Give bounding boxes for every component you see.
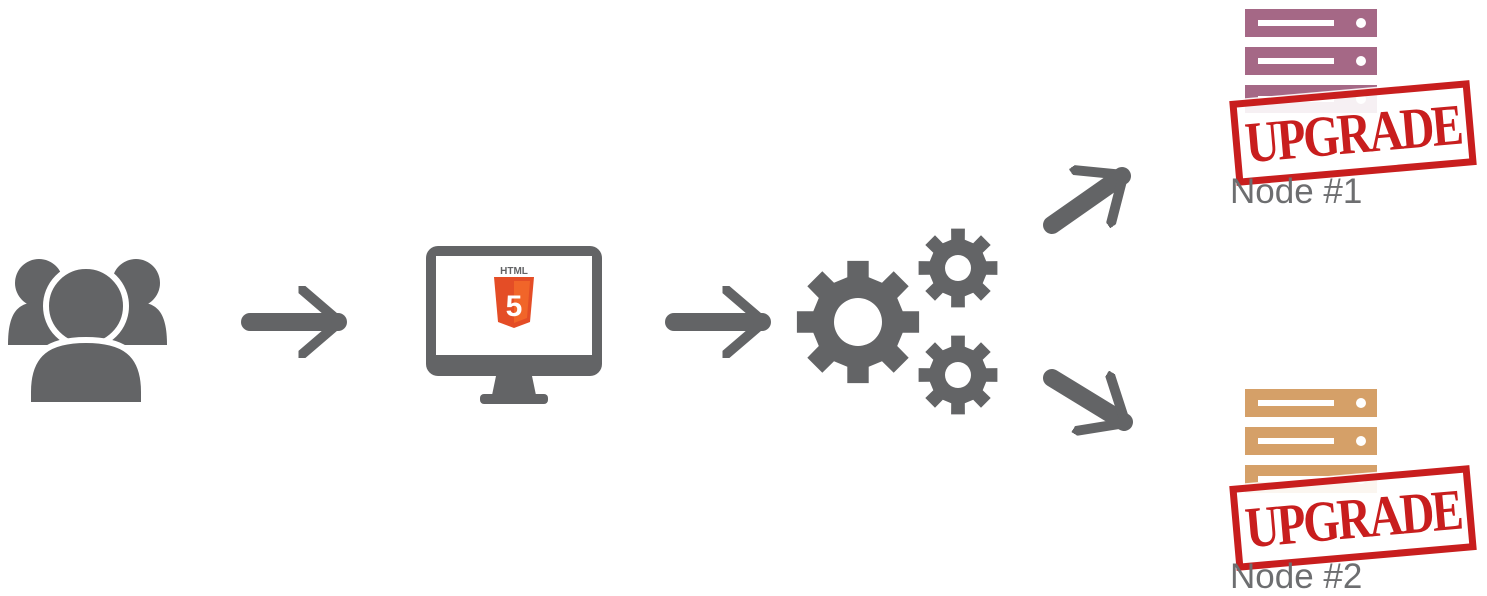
server-led <box>1356 18 1366 28</box>
server-slot <box>1258 58 1334 64</box>
server-slot <box>1258 400 1334 406</box>
gear-hole <box>834 298 882 346</box>
svg-text:5: 5 <box>506 290 523 323</box>
arrow-icon <box>1043 369 1133 422</box>
server-led <box>1356 398 1366 408</box>
node-label-1: Node #1 <box>1230 172 1363 211</box>
server-led <box>1356 436 1366 446</box>
server-slot <box>1258 20 1334 26</box>
architecture-diagram: 5 HTML UPGRADE UPGRADE <box>8 9 1479 573</box>
svg-text:HTML: HTML <box>500 266 528 277</box>
server-led <box>1356 56 1366 66</box>
gear-hole <box>945 362 971 388</box>
server-slot <box>1258 438 1334 444</box>
users-group-icon <box>8 259 167 408</box>
gears-icon <box>796 228 998 415</box>
gear-hole <box>945 255 971 281</box>
arrow-icon <box>1043 176 1131 234</box>
